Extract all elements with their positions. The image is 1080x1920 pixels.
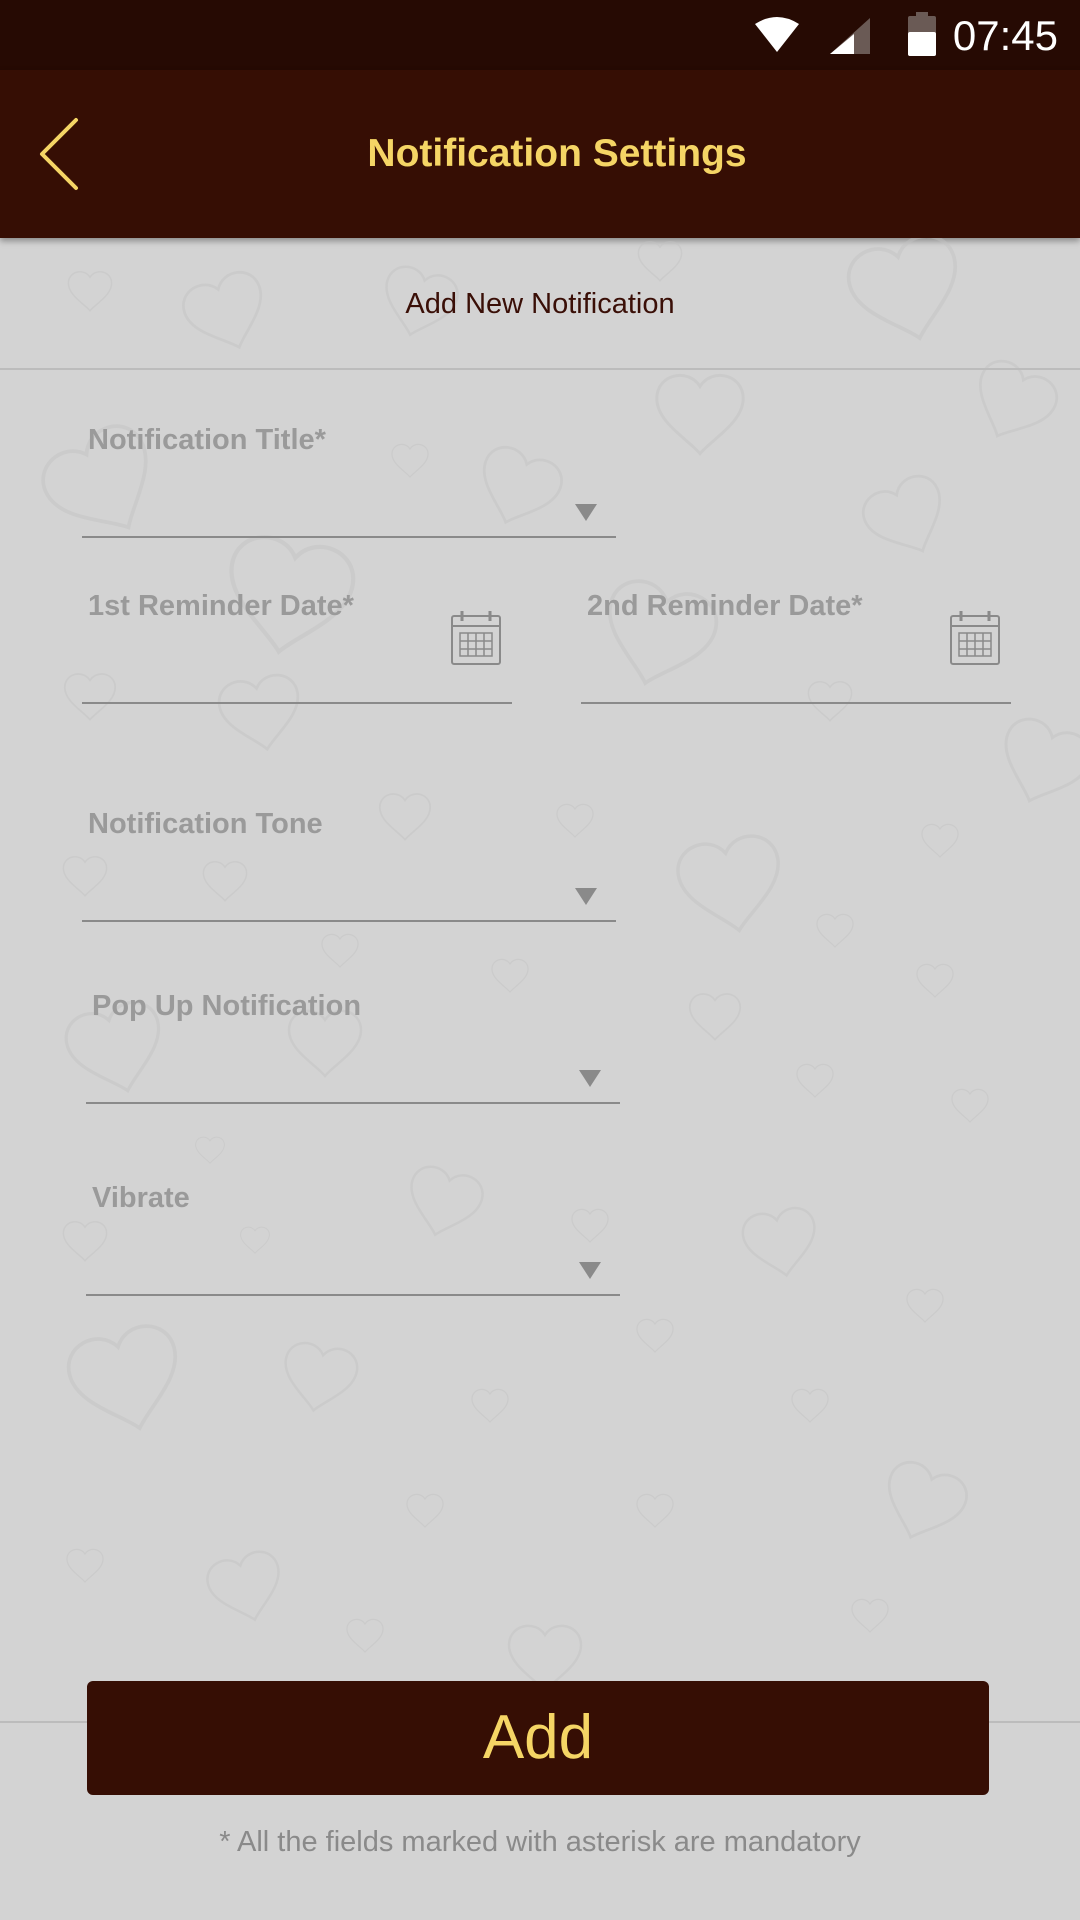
notification-tone-underline	[82, 920, 616, 922]
vibrate-label: Vibrate	[92, 1182, 190, 1214]
first-reminder-date-label: 1st Reminder Date*	[88, 590, 354, 622]
notification-title-dropdown[interactable]: Notification Title*	[82, 410, 616, 540]
notification-title-underline	[82, 536, 616, 538]
popup-notification-dropdown[interactable]: Pop Up Notification	[86, 976, 620, 1106]
subtitle-divider	[0, 368, 1080, 370]
calendar-icon[interactable]	[949, 610, 1001, 666]
second-reminder-date-field[interactable]: 2nd Reminder Date*	[581, 576, 1011, 706]
first-reminder-date-field[interactable]: 1st Reminder Date*	[82, 576, 512, 706]
cell-signal-icon	[830, 18, 870, 54]
app-bar: Notification Settings	[0, 70, 1080, 238]
page-title: Notification Settings	[367, 132, 747, 175]
status-time: 07:45	[952, 12, 1058, 59]
section-subtitle: Add New Notification	[405, 288, 675, 320]
notification-tone-dropdown[interactable]: Notification Tone	[82, 794, 616, 924]
dropdown-arrow-icon	[575, 888, 597, 905]
dropdown-arrow-icon	[579, 1070, 601, 1087]
second-reminder-date-label: 2nd Reminder Date*	[587, 590, 863, 622]
status-bar: 07:45	[0, 0, 1080, 70]
dropdown-arrow-icon	[579, 1262, 601, 1279]
first-reminder-date-underline	[82, 702, 512, 704]
dropdown-arrow-icon	[575, 504, 597, 521]
popup-notification-underline	[86, 1102, 620, 1104]
vibrate-dropdown[interactable]: Vibrate	[86, 1168, 620, 1298]
popup-notification-label: Pop Up Notification	[92, 990, 362, 1022]
add-button[interactable]: Add	[87, 1681, 989, 1795]
wifi-icon	[755, 17, 799, 52]
battery-icon	[908, 12, 936, 56]
second-reminder-date-underline	[581, 702, 1011, 704]
notification-tone-label: Notification Tone	[88, 808, 323, 840]
notification-title-label: Notification Title*	[88, 424, 326, 456]
mandatory-footnote: * All the fields marked with asterisk ar…	[219, 1826, 861, 1858]
vibrate-underline	[86, 1294, 620, 1296]
calendar-icon[interactable]	[450, 610, 502, 666]
